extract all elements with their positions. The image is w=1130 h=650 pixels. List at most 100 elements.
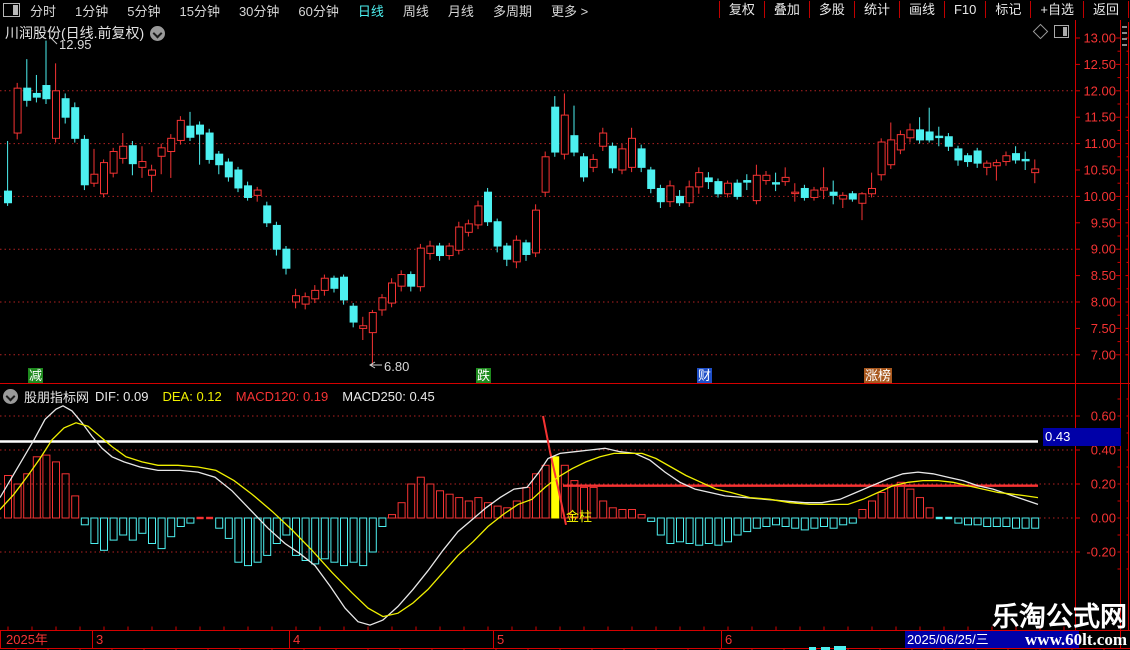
candle[interactable] xyxy=(839,192,848,209)
candle[interactable] xyxy=(100,159,108,198)
marquee-tag-0[interactable]: 减 xyxy=(28,368,44,383)
period-tab-5[interactable]: 60分钟 xyxy=(298,1,338,20)
candle[interactable] xyxy=(378,294,387,316)
candle[interactable] xyxy=(532,204,540,258)
candle[interactable] xyxy=(474,200,483,230)
candle[interactable] xyxy=(896,130,905,155)
candle[interactable] xyxy=(666,180,675,207)
candle[interactable] xyxy=(781,167,790,186)
candle[interactable] xyxy=(157,143,166,175)
candle[interactable] xyxy=(224,158,233,182)
window-split-icon[interactable] xyxy=(3,3,20,17)
candle[interactable] xyxy=(647,166,656,194)
candle[interactable] xyxy=(906,123,915,143)
period-tab-3[interactable]: 15分钟 xyxy=(179,1,219,20)
candle[interactable] xyxy=(359,316,368,341)
candle[interactable] xyxy=(733,179,742,200)
candle[interactable] xyxy=(90,148,99,187)
candle[interactable] xyxy=(848,191,857,202)
candle[interactable] xyxy=(1031,159,1040,184)
diamond-icon[interactable] xyxy=(1032,23,1049,40)
candle[interactable] xyxy=(301,292,310,310)
candle[interactable] xyxy=(752,164,761,205)
candle[interactable] xyxy=(714,178,723,198)
candle[interactable] xyxy=(234,166,243,193)
candle[interactable] xyxy=(426,240,435,260)
period-tab-4[interactable]: 30分钟 xyxy=(239,1,279,20)
toolbar-button-4[interactable]: 画线 xyxy=(898,1,944,18)
marquee-tag-3[interactable]: 涨榜 xyxy=(864,368,893,383)
candle[interactable] xyxy=(464,219,473,237)
candle[interactable] xyxy=(52,63,60,143)
candle[interactable] xyxy=(1021,151,1030,170)
candle[interactable] xyxy=(704,172,713,190)
candle[interactable] xyxy=(973,147,982,168)
candle[interactable] xyxy=(292,288,300,309)
candle[interactable] xyxy=(983,160,992,176)
candle[interactable] xyxy=(580,153,588,182)
candle[interactable] xyxy=(205,128,214,164)
period-tab-0[interactable]: 分时 xyxy=(30,1,56,20)
candle[interactable] xyxy=(368,309,377,366)
candle[interactable] xyxy=(167,134,176,178)
chart-canvas[interactable]: 13.00 12.50 12.00 11.50 11.00 10.50 10.00 9.50 9… xyxy=(0,0,1130,650)
candle[interactable] xyxy=(512,235,521,269)
candle[interactable] xyxy=(128,140,137,176)
candle[interactable] xyxy=(484,187,492,226)
candle[interactable] xyxy=(964,153,972,167)
candle[interactable] xyxy=(916,117,924,144)
toolbar-button-2[interactable]: 多股 xyxy=(808,1,854,18)
candle[interactable] xyxy=(397,270,406,292)
candle[interactable] xyxy=(800,184,809,201)
candle[interactable] xyxy=(445,242,454,260)
period-tab-1[interactable]: 1分钟 xyxy=(75,1,108,20)
candle[interactable] xyxy=(109,147,118,178)
candle[interactable] xyxy=(23,59,32,107)
candle[interactable] xyxy=(820,167,828,200)
candle[interactable] xyxy=(810,186,819,201)
candle[interactable] xyxy=(887,122,896,169)
candle[interactable] xyxy=(954,145,963,166)
pane-split-icon[interactable] xyxy=(1054,25,1069,38)
candle[interactable] xyxy=(407,271,416,292)
period-tab-9[interactable]: 多周期 xyxy=(493,1,532,20)
candle[interactable] xyxy=(176,116,185,145)
candle[interactable] xyxy=(599,127,608,151)
candle[interactable] xyxy=(868,172,876,198)
candle[interactable] xyxy=(858,192,867,221)
candle[interactable] xyxy=(13,82,22,140)
candle[interactable] xyxy=(608,142,617,174)
candle[interactable] xyxy=(772,172,780,192)
candle[interactable] xyxy=(455,221,464,255)
candle[interactable] xyxy=(4,140,12,206)
candle[interactable] xyxy=(695,167,704,194)
candle[interactable] xyxy=(877,138,886,181)
candle[interactable] xyxy=(330,275,339,293)
candle[interactable] xyxy=(724,180,732,198)
candle[interactable] xyxy=(589,154,598,173)
candle[interactable] xyxy=(762,171,771,185)
candle[interactable] xyxy=(522,239,531,261)
candle[interactable] xyxy=(244,181,252,201)
candle[interactable] xyxy=(416,243,425,292)
period-tab-2[interactable]: 5分钟 xyxy=(127,1,160,20)
candle[interactable] xyxy=(944,133,953,151)
candle[interactable] xyxy=(71,102,80,143)
candle[interactable] xyxy=(493,218,502,253)
candle[interactable] xyxy=(42,40,51,104)
period-tab-10[interactable]: 更多 > xyxy=(551,1,588,20)
scroll-handle[interactable] xyxy=(1122,26,1127,50)
candle[interactable] xyxy=(829,180,838,205)
candle[interactable] xyxy=(320,274,329,296)
candle[interactable] xyxy=(340,274,348,305)
candle[interactable] xyxy=(551,96,560,157)
candle[interactable] xyxy=(196,121,204,165)
candle[interactable] xyxy=(148,164,156,193)
candle[interactable] xyxy=(272,221,281,256)
toolbar-button-7[interactable]: +自选 xyxy=(1030,1,1083,18)
candle[interactable] xyxy=(656,184,665,209)
candle[interactable] xyxy=(388,278,396,308)
candle[interactable] xyxy=(253,186,262,202)
candle[interactable] xyxy=(560,93,569,160)
chevron-down-icon[interactable] xyxy=(150,25,166,41)
